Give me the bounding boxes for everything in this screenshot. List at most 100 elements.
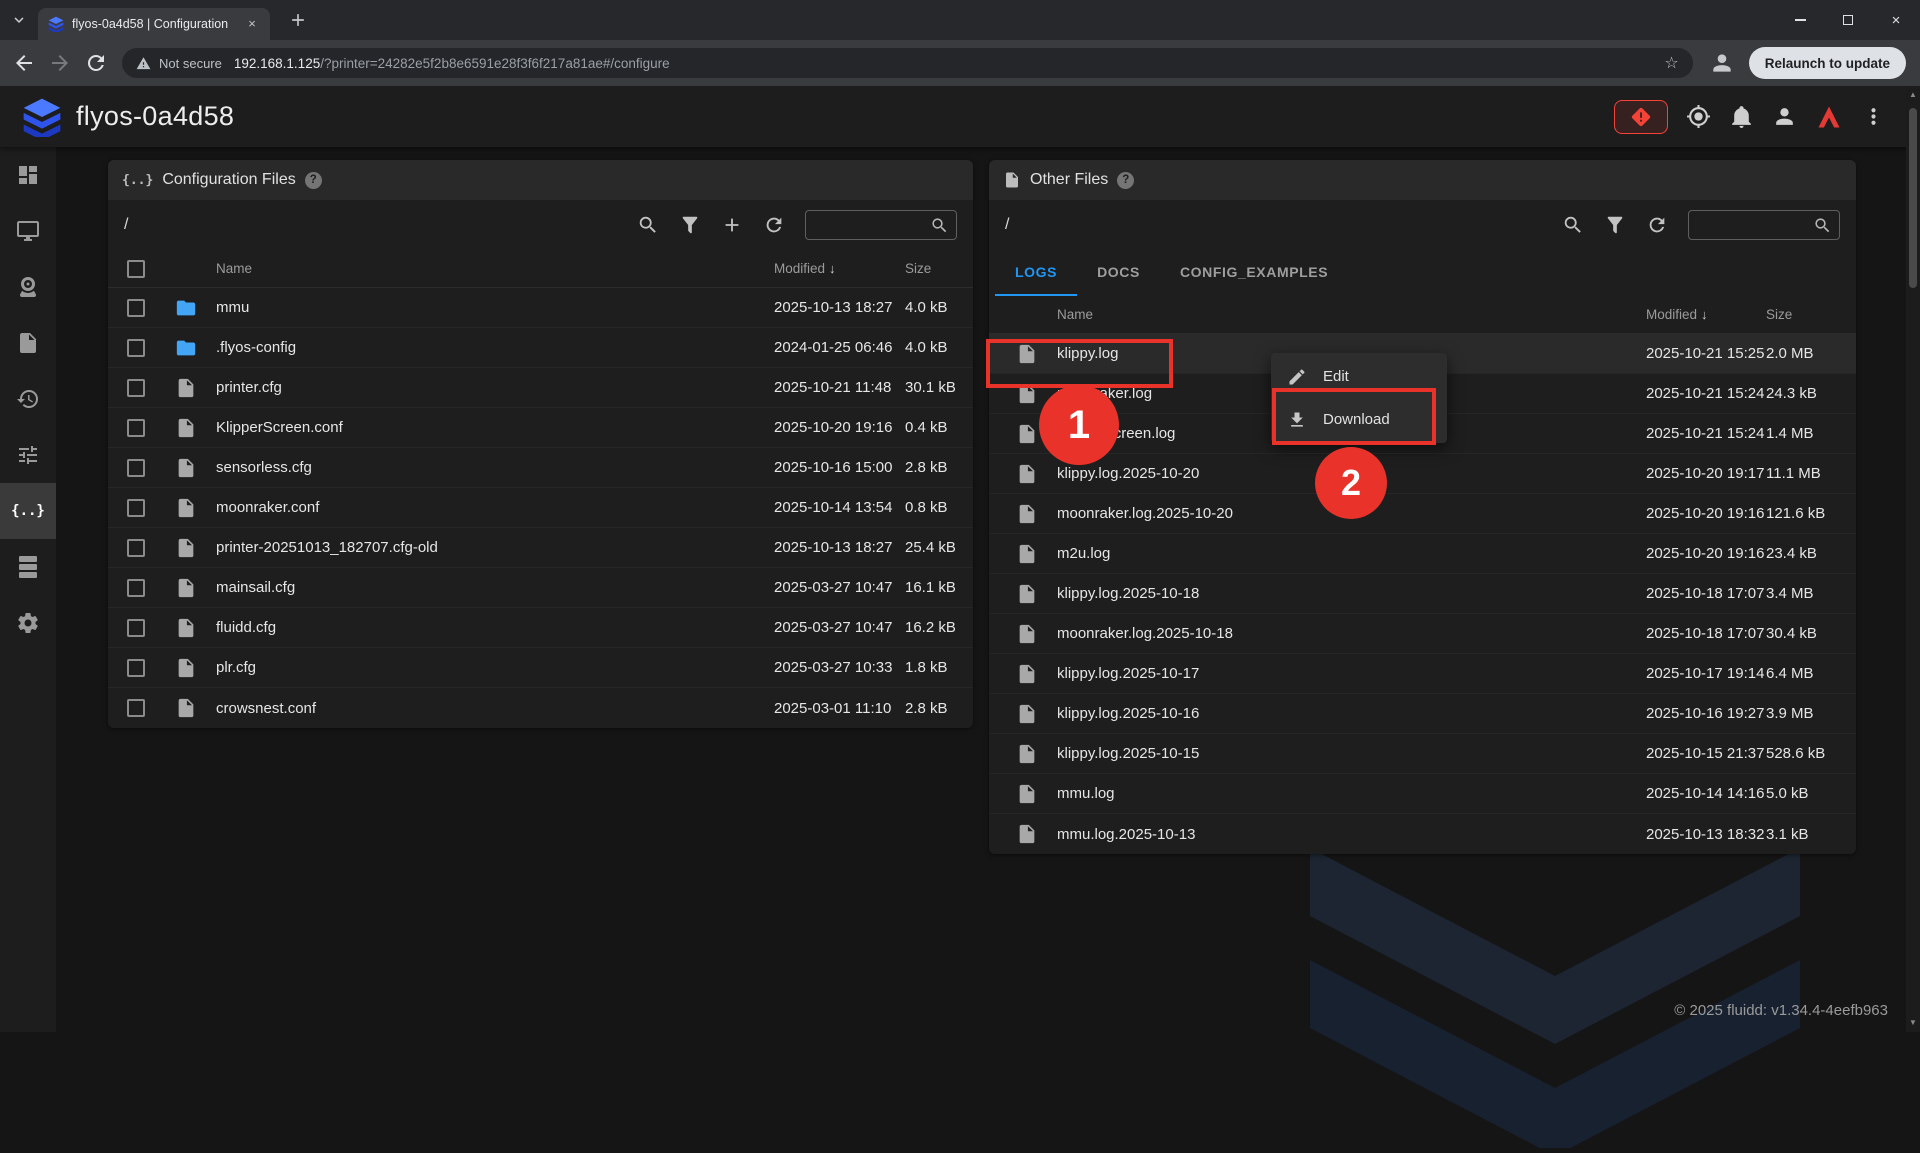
locate-icon[interactable] bbox=[1686, 104, 1711, 129]
table-row[interactable]: mmu.log.2025-10-132025-10-13 18:323.1 kB bbox=[989, 814, 1856, 854]
browser-tab[interactable]: flyos-0a4d58 | Configuration × bbox=[38, 8, 270, 40]
table-row[interactable]: moonraker.conf2025-10-14 13:540.8 kB bbox=[108, 488, 973, 528]
notifications-icon[interactable] bbox=[1729, 104, 1754, 129]
row-checkbox[interactable] bbox=[127, 379, 145, 397]
column-name[interactable]: Name bbox=[1049, 307, 1646, 322]
table-row[interactable]: fluidd.cfg2025-03-27 10:4716.2 kB bbox=[108, 608, 973, 648]
row-checkbox[interactable] bbox=[127, 619, 145, 637]
sidebar-item-dashboard[interactable] bbox=[0, 147, 56, 203]
table-row[interactable]: klippy.log.2025-10-152025-10-15 21:37528… bbox=[989, 734, 1856, 774]
emergency-stop-button[interactable] bbox=[1614, 100, 1668, 134]
file-modified: 2025-10-20 19:16 bbox=[774, 419, 905, 436]
table-row[interactable]: klippy.log.2025-10-182025-10-18 17:073.4… bbox=[989, 574, 1856, 614]
scroll-down-icon[interactable]: ▼ bbox=[1906, 1016, 1920, 1030]
forward-button[interactable] bbox=[48, 51, 72, 75]
column-modified[interactable]: Modified↓ bbox=[1646, 307, 1766, 322]
filter-icon[interactable] bbox=[1604, 214, 1626, 236]
current-path[interactable]: / bbox=[124, 216, 128, 234]
tab-logs[interactable]: LOGS bbox=[995, 250, 1077, 296]
row-checkbox[interactable] bbox=[127, 539, 145, 557]
column-name[interactable]: Name bbox=[208, 261, 774, 276]
row-checkbox[interactable] bbox=[127, 659, 145, 677]
table-row[interactable]: klippy.log.2025-10-172025-10-17 19:146.4… bbox=[989, 654, 1856, 694]
reload-button[interactable] bbox=[84, 51, 108, 75]
tab-search-icon[interactable] bbox=[10, 11, 28, 29]
table-row[interactable]: printer.cfg2025-10-21 11:4830.1 kB bbox=[108, 368, 973, 408]
relaunch-button[interactable]: Relaunch to update bbox=[1749, 47, 1906, 79]
file-size: 4.0 kB bbox=[905, 339, 963, 356]
search-input[interactable] bbox=[1688, 210, 1840, 240]
annotation-box-2 bbox=[1272, 388, 1436, 445]
sidebar-item-settings[interactable] bbox=[0, 595, 56, 651]
close-tab-icon[interactable]: × bbox=[244, 16, 260, 32]
tab-docs[interactable]: DOCS bbox=[1077, 250, 1160, 296]
table-row[interactable]: mmu2025-10-13 18:274.0 kB bbox=[108, 288, 973, 328]
row-checkbox[interactable] bbox=[127, 339, 145, 357]
add-file-icon[interactable] bbox=[721, 214, 743, 236]
search-input[interactable] bbox=[805, 210, 957, 240]
select-all-checkbox[interactable] bbox=[127, 260, 145, 278]
row-checkbox[interactable] bbox=[127, 419, 145, 437]
brand-icon[interactable] bbox=[1815, 103, 1843, 131]
row-checkbox[interactable] bbox=[127, 699, 145, 717]
new-tab-button[interactable] bbox=[288, 10, 308, 30]
file-modified: 2025-10-20 19:16 bbox=[1646, 545, 1766, 562]
maximize-button[interactable] bbox=[1824, 0, 1872, 40]
table-row[interactable]: plr.cfg2025-03-27 10:331.8 kB bbox=[108, 648, 973, 688]
table-row[interactable]: sensorless.cfg2025-10-16 15:002.8 kB bbox=[108, 448, 973, 488]
bookmark-star-icon[interactable]: ☆ bbox=[1664, 53, 1678, 73]
table-row[interactable]: KlipperScreen.conf2025-10-20 19:160.4 kB bbox=[108, 408, 973, 448]
column-size[interactable]: Size bbox=[905, 261, 963, 276]
tab-config_examples[interactable]: CONFIG_EXAMPLES bbox=[1160, 250, 1348, 296]
table-row[interactable]: .flyos-config2024-01-25 06:464.0 kB bbox=[108, 328, 973, 368]
sidebar-item-tune[interactable] bbox=[0, 427, 56, 483]
url-bar[interactable]: Not secure 192.168.1.125/?printer=24282e… bbox=[122, 48, 1693, 78]
file-modified: 2025-10-16 19:27 bbox=[1646, 705, 1766, 722]
user-icon[interactable] bbox=[1772, 104, 1797, 129]
sidebar-item-history[interactable] bbox=[0, 371, 56, 427]
row-checkbox[interactable] bbox=[127, 579, 145, 597]
close-button[interactable]: × bbox=[1872, 0, 1920, 40]
search-icon[interactable] bbox=[1562, 214, 1584, 236]
help-icon[interactable]: ? bbox=[305, 172, 322, 189]
minimize-button[interactable] bbox=[1776, 0, 1824, 40]
refresh-icon[interactable] bbox=[763, 214, 785, 236]
table-row[interactable]: klippy.log.2025-10-202025-10-20 19:1711.… bbox=[989, 454, 1856, 494]
row-checkbox[interactable] bbox=[127, 459, 145, 477]
file-name: sensorless.cfg bbox=[208, 459, 774, 476]
sidebar-item-jobs[interactable] bbox=[0, 315, 56, 371]
page-scrollbar[interactable]: ▲ ▼ bbox=[1906, 86, 1920, 1032]
scroll-up-icon[interactable]: ▲ bbox=[1906, 88, 1920, 102]
row-checkbox[interactable] bbox=[127, 499, 145, 517]
table-row[interactable]: m2u.log2025-10-20 19:1623.4 kB bbox=[989, 534, 1856, 574]
file-size: 1.8 kB bbox=[905, 659, 963, 676]
search-icon[interactable] bbox=[637, 214, 659, 236]
sidebar-item-configure[interactable]: {..} bbox=[0, 483, 56, 539]
overflow-menu-icon[interactable] bbox=[1861, 104, 1886, 129]
file-size: 121.6 kB bbox=[1766, 505, 1844, 522]
row-checkbox[interactable] bbox=[127, 299, 145, 317]
table-row[interactable]: moonraker.log.2025-10-202025-10-20 19:16… bbox=[989, 494, 1856, 534]
table-row[interactable]: crowsnest.conf2025-03-01 11:102.8 kB bbox=[108, 688, 973, 728]
table-row[interactable]: klippy.log.2025-10-162025-10-16 19:273.9… bbox=[989, 694, 1856, 734]
panel-header: Other Files ? bbox=[989, 160, 1856, 200]
column-size[interactable]: Size bbox=[1766, 307, 1844, 322]
table-row[interactable]: mmu.log2025-10-14 14:165.0 kB bbox=[989, 774, 1856, 814]
filter-icon[interactable] bbox=[679, 214, 701, 236]
sidebar-item-system[interactable] bbox=[0, 539, 56, 595]
sidebar: {..} bbox=[0, 147, 56, 1032]
profile-icon[interactable] bbox=[1709, 50, 1735, 76]
column-modified[interactable]: Modified↓ bbox=[774, 261, 905, 276]
back-button[interactable] bbox=[12, 51, 36, 75]
current-path[interactable]: / bbox=[1005, 216, 1009, 234]
fluidd-favicon bbox=[48, 16, 64, 32]
help-icon[interactable]: ? bbox=[1117, 172, 1134, 189]
sidebar-item-console[interactable] bbox=[0, 203, 56, 259]
scrollbar-thumb[interactable] bbox=[1909, 108, 1917, 288]
refresh-icon[interactable] bbox=[1646, 214, 1668, 236]
sidebar-item-camera[interactable] bbox=[0, 259, 56, 315]
table-row[interactable]: printer-20251013_182707.cfg-old2025-10-1… bbox=[108, 528, 973, 568]
table-row[interactable]: mainsail.cfg2025-03-27 10:4716.1 kB bbox=[108, 568, 973, 608]
header-actions bbox=[1614, 100, 1886, 134]
table-row[interactable]: moonraker.log.2025-10-182025-10-18 17:07… bbox=[989, 614, 1856, 654]
